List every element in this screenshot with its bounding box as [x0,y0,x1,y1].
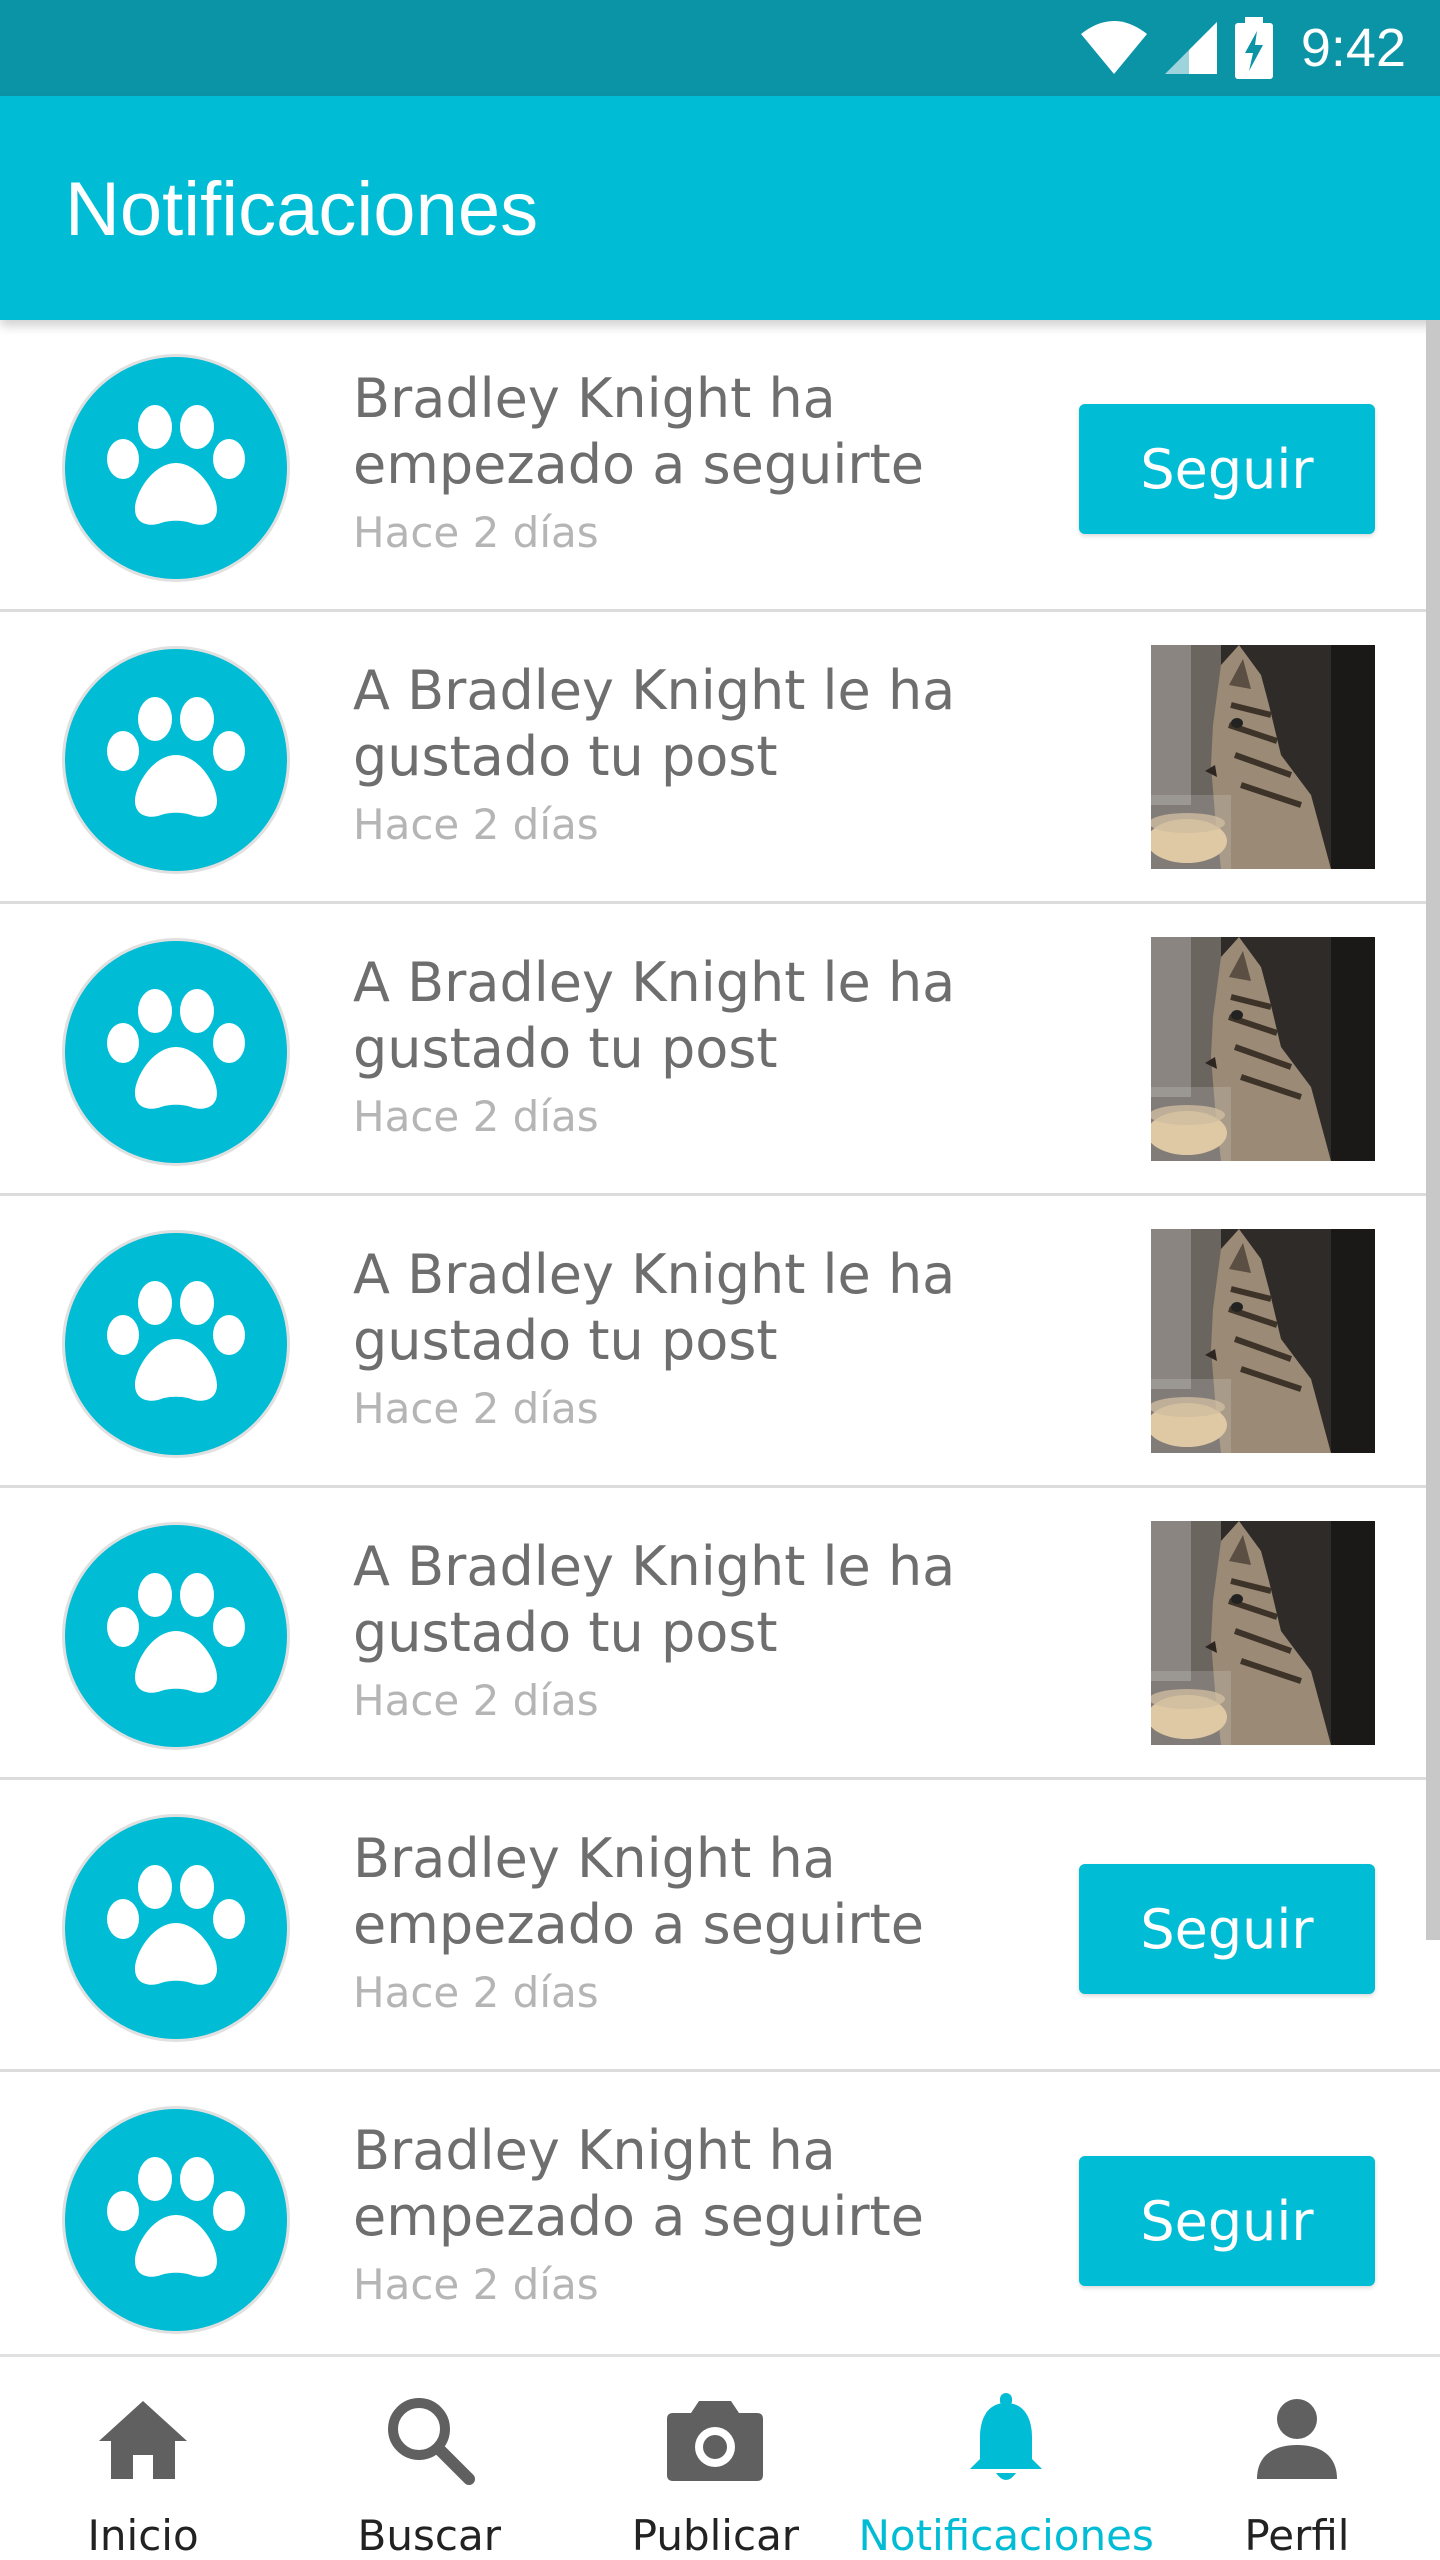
notification-text: Bradley Knight ha empezado a seguirte Ha… [353,2118,1053,2309]
search-icon [383,2391,476,2487]
avatar[interactable] [65,649,287,871]
nav-label: Notificaciones [858,2511,1154,2560]
paw-icon [101,1569,251,1703]
nav-item-buscar[interactable]: Buscar [286,2357,572,2560]
nav-item-publicar[interactable]: Publicar [572,2357,858,2560]
notification-time: Hace 2 días [353,1968,599,2017]
paw-icon [101,693,251,827]
nav-item-inicio[interactable]: Inicio [0,2357,286,2560]
nav-label: Publicar [631,2511,800,2560]
notification-message: A Bradley Knight le ha gustado tu post [353,1243,956,1372]
notification-text: Bradley Knight ha empezado a seguirte Ha… [353,1826,1053,2017]
notification-time: Hace 2 días [353,1092,599,1141]
notification-time: Hace 2 días [353,508,599,557]
avatar[interactable] [65,1233,287,1455]
follow-button[interactable]: Seguir [1079,404,1375,534]
notification-time: Hace 2 días [353,1384,599,1433]
avatar[interactable] [65,1817,287,2039]
page-title: Notificaciones [65,167,539,252]
notification-row[interactable]: A Bradley Knight le ha gustado tu post H… [0,1488,1440,1780]
notification-message: A Bradley Knight le ha gustado tu post [353,951,956,1080]
notification-list[interactable]: Bradley Knight ha empezado a seguirte Ha… [0,320,1440,2354]
notification-text: A Bradley Knight le ha gustado tu post H… [353,950,1053,1141]
signal-icon [1163,20,1219,76]
notification-time: Hace 2 días [353,800,599,849]
home-icon [95,2391,191,2487]
wifi-icon [1079,20,1149,76]
paw-icon [101,1277,251,1411]
notification-row[interactable]: Bradley Knight ha empezado a seguirte Ha… [0,320,1440,612]
notification-message: Bradley Knight ha empezado a seguirte [353,367,924,496]
post-thumbnail[interactable] [1151,645,1375,869]
avatar[interactable] [65,1525,287,1747]
avatar[interactable] [65,2109,287,2331]
battery-charging-icon [1233,17,1275,79]
person-icon [1253,2391,1341,2487]
app-bar: Notificaciones [0,96,1440,320]
notification-text: A Bradley Knight le ha gustado tu post H… [353,1242,1053,1433]
notification-row[interactable]: A Bradley Knight le ha gustado tu post H… [0,904,1440,1196]
paw-icon [101,2153,251,2287]
paw-icon [101,401,251,535]
bell-icon [964,2391,1048,2487]
notification-text: A Bradley Knight le ha gustado tu post H… [353,1534,1053,1725]
post-thumbnail[interactable] [1151,1229,1375,1453]
status-time: 9:42 [1300,18,1406,78]
notification-message: A Bradley Knight le ha gustado tu post [353,1535,956,1664]
follow-button[interactable]: Seguir [1079,1864,1375,1994]
status-bar: 9:42 [0,0,1440,96]
nav-item-notificaciones[interactable]: Notificaciones [859,2357,1154,2560]
notification-message: Bradley Knight ha empezado a seguirte [353,1827,924,1956]
scrollbar[interactable] [1426,320,1440,1940]
post-thumbnail[interactable] [1151,1521,1375,1745]
post-thumbnail[interactable] [1151,937,1375,1161]
nav-label: Perfil [1244,2511,1350,2560]
nav-label: Buscar [357,2511,501,2560]
camera-icon [667,2391,764,2487]
avatar[interactable] [65,357,287,579]
nav-label: Inicio [87,2511,199,2560]
notification-message: A Bradley Knight le ha gustado tu post [353,659,956,788]
notification-text: Bradley Knight ha empezado a seguirte Ha… [353,366,1053,557]
notification-row[interactable]: A Bradley Knight le ha gustado tu post H… [0,612,1440,904]
nav-item-perfil[interactable]: Perfil [1154,2357,1440,2560]
notification-row[interactable]: A Bradley Knight le ha gustado tu post H… [0,1196,1440,1488]
follow-button[interactable]: Seguir [1079,2156,1375,2286]
notification-message: Bradley Knight ha empezado a seguirte [353,2119,924,2248]
bottom-navigation: Inicio Buscar Publicar Notificaciones Perfil [0,2354,1440,2560]
notification-time: Hace 2 días [353,2260,599,2309]
notification-row[interactable]: Bradley Knight ha empezado a seguirte Ha… [0,2072,1440,2354]
notification-row[interactable]: Bradley Knight ha empezado a seguirte Ha… [0,1780,1440,2072]
paw-icon [101,1861,251,1995]
avatar[interactable] [65,941,287,1163]
paw-icon [101,985,251,1119]
notification-time: Hace 2 días [353,1676,599,1725]
notification-text: A Bradley Knight le ha gustado tu post H… [353,658,1053,849]
